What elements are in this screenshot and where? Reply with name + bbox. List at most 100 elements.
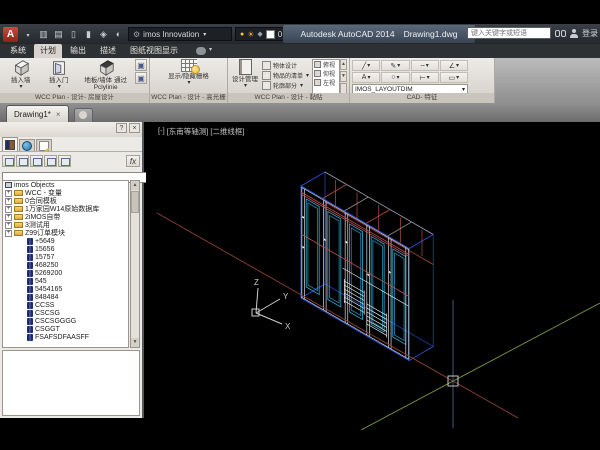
profile-part-button[interactable]: 轮廓部分 xyxy=(262,81,310,90)
globe-icon xyxy=(22,141,32,151)
toggle-grid-button[interactable]: 显示/隐藏栅格 xyxy=(156,59,222,87)
qat-icon[interactable]: ◈ xyxy=(97,28,110,41)
tree-item[interactable]: FSAFSDFAASFF xyxy=(3,333,128,341)
view-control[interactable]: [东南等轴测] xyxy=(167,126,209,137)
lock-icon: ◆ xyxy=(257,30,262,38)
search-icon[interactable] xyxy=(555,30,566,37)
scroll-up-icon[interactable]: ▲ xyxy=(340,59,347,70)
expander-icon[interactable] xyxy=(5,206,12,213)
tree-item[interactable]: 5269200 xyxy=(3,269,128,277)
file-tab-drawing1[interactable]: Drawing1* × xyxy=(6,105,69,122)
tab-catalog[interactable] xyxy=(19,139,35,151)
tab-system[interactable]: 系统 xyxy=(4,44,32,58)
tree-item[interactable]: 545 xyxy=(3,277,128,285)
qat-icon[interactable]: ▯ xyxy=(67,28,80,41)
tree-item[interactable]: 5454165 xyxy=(3,285,128,293)
tree-scrollbar[interactable]: ▲ ▼ xyxy=(130,180,140,348)
insert-wall-button[interactable]: 插入墙 xyxy=(2,59,39,91)
tree-item[interactable]: CSCSG xyxy=(3,309,128,317)
tree-items: +5649 15656 15757 468250 xyxy=(3,237,128,341)
expander-icon[interactable] xyxy=(5,230,12,237)
close-button[interactable]: × xyxy=(129,123,140,133)
qat-icon[interactable]: ▥ xyxy=(37,28,50,41)
mini-cube-icon[interactable]: ▣ xyxy=(135,72,147,84)
item-list-button[interactable]: 物品的清单 xyxy=(262,71,310,80)
tree-item[interactable]: 15757 xyxy=(3,253,128,261)
search-input[interactable] xyxy=(467,27,551,39)
user-icon[interactable] xyxy=(570,29,578,38)
tab-output[interactable]: 输出 xyxy=(64,44,92,58)
cad-tool-button[interactable]: A xyxy=(352,72,380,83)
insert-door-button[interactable]: 插入门 xyxy=(41,59,76,91)
qat-icon[interactable]: ▤ xyxy=(52,28,65,41)
tree-folder[interactable]: Z99订单模块 xyxy=(3,229,128,237)
tree-item[interactable]: CSGGT xyxy=(3,325,128,333)
scroll-down-icon[interactable]: ▼ xyxy=(131,338,139,347)
viewport-menu-control[interactable]: [-] xyxy=(158,126,165,137)
cad-tool-button[interactable]: ⊢ xyxy=(411,72,439,83)
tree-item[interactable]: 468250 xyxy=(3,261,128,269)
floor-wall-polyline-button[interactable]: 地板/墙体 通过 Pclylinie xyxy=(78,59,133,91)
tree-item[interactable]: 15656 xyxy=(3,245,128,253)
tree-item[interactable]: CSCSGGGG xyxy=(3,317,128,325)
workspace-combo[interactable]: ⚙ imos Innovation xyxy=(128,27,232,41)
cabinet-icon xyxy=(27,294,33,301)
expander-icon[interactable] xyxy=(5,222,12,229)
object-design-button[interactable]: 物体设计 xyxy=(262,61,310,70)
cad-tool-button[interactable]: ▭ xyxy=(440,72,468,83)
tree-folder[interactable]: WCC - 变量 xyxy=(3,189,128,197)
design-manager-button[interactable]: 设计管理 xyxy=(230,59,260,90)
ribbon-options-icon[interactable] xyxy=(196,47,206,55)
new-tab-button[interactable] xyxy=(74,108,93,122)
app-menu-caret-icon[interactable] xyxy=(21,28,34,41)
palette-header: ? × xyxy=(0,122,142,137)
tree-folder[interactable]: 1万家园W14原始数据库 xyxy=(3,205,128,213)
qat-icon[interactable]: ▮ xyxy=(82,28,95,41)
window-title: Autodesk AutoCAD 2014 Drawing1.dwg xyxy=(283,25,475,43)
close-icon[interactable]: × xyxy=(56,110,61,119)
cad-tool-button[interactable]: ╌ xyxy=(411,60,439,71)
layer-name: 0 xyxy=(278,30,282,39)
scroll-thumb[interactable] xyxy=(131,191,139,213)
fx-button[interactable]: fx xyxy=(126,155,140,167)
tab-plan[interactable]: 计划 xyxy=(34,44,62,58)
signin-link[interactable]: 登录 xyxy=(582,28,598,39)
toolbar-button-1[interactable] xyxy=(2,155,15,167)
cad-tool-button[interactable]: ✎ xyxy=(381,60,409,71)
cad-tool-button[interactable]: ╱ xyxy=(352,60,380,71)
view-option[interactable]: 仰视 xyxy=(313,69,339,78)
scroll-up-icon[interactable]: ▲ xyxy=(131,181,139,190)
expander-icon[interactable] xyxy=(5,214,12,221)
palette-tabs xyxy=(0,137,142,152)
cad-tool-button[interactable]: ○ xyxy=(381,72,409,83)
toolbar-button-2[interactable] xyxy=(16,155,29,167)
view-option[interactable]: 左视 xyxy=(313,78,339,87)
autocad-logo-icon[interactable]: A xyxy=(3,27,18,42)
view-option[interactable]: 俯视 xyxy=(313,60,339,69)
toolbar-button-5[interactable] xyxy=(58,155,71,167)
tab-sketch[interactable] xyxy=(36,139,52,151)
expander-icon[interactable] xyxy=(5,190,12,197)
tree-folder[interactable]: 2iMOS自带 xyxy=(3,213,128,221)
drawing-canvas[interactable]: Z Y X xyxy=(146,122,600,430)
tree-item[interactable]: +5649 xyxy=(3,237,128,245)
ribbon-collapse-caret-icon[interactable] xyxy=(208,38,212,56)
tab-describe[interactable]: 描述 xyxy=(94,44,122,58)
tab-sheet-view-display[interactable]: 图纸视图显示 xyxy=(124,44,184,58)
tree-item[interactable]: 848484 xyxy=(3,293,128,301)
toolbar-button-4[interactable] xyxy=(44,155,57,167)
tab-objects[interactable] xyxy=(2,137,18,151)
scroll-down-icon[interactable]: ▼ xyxy=(340,71,347,82)
mini-cube-icon[interactable]: ▣ xyxy=(135,59,147,71)
tree-item[interactable]: CCSS xyxy=(3,301,128,309)
cad-tool-button[interactable]: ∠ xyxy=(440,60,468,71)
help-button[interactable]: ? xyxy=(116,123,127,133)
toolbar-button-3[interactable] xyxy=(30,155,43,167)
qat-icon[interactable]: ◐ xyxy=(112,28,125,41)
visual-style-control[interactable]: [二维线框] xyxy=(210,126,244,137)
tree-folder[interactable]: 3测试用 xyxy=(3,221,128,229)
ucs-y-label: Y xyxy=(283,292,289,301)
tool-icon xyxy=(262,81,271,90)
tree-root[interactable]: imos Objects xyxy=(3,181,128,189)
expander-icon[interactable] xyxy=(5,198,12,205)
